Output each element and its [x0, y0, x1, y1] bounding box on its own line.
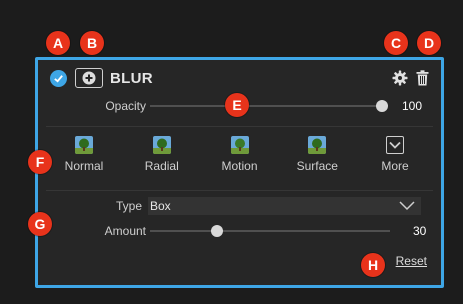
divider: [46, 190, 433, 191]
trash-icon[interactable]: [416, 70, 429, 86]
divider: [46, 126, 433, 127]
type-label-text: Type: [115, 199, 142, 213]
reset-link[interactable]: Reset: [396, 254, 427, 268]
type-label: Radial: [144, 159, 179, 173]
type-motion[interactable]: Motion: [208, 136, 272, 186]
add-button[interactable]: [75, 68, 103, 88]
opacity-value: 100: [402, 99, 423, 113]
callout-h: H: [361, 253, 385, 277]
tree-thumbnail: [230, 136, 249, 154]
type-more[interactable]: More: [363, 136, 427, 186]
opacity-slider-thumb[interactable]: [376, 100, 388, 112]
type-normal[interactable]: Normal: [52, 136, 116, 186]
type-select[interactable]: Box: [148, 197, 421, 215]
tree-thumbnail: [152, 136, 171, 154]
type-surface[interactable]: Surface: [285, 136, 349, 186]
filter-header: BLUR: [50, 66, 429, 90]
amount-slider-thumb[interactable]: [211, 225, 224, 237]
gear-icon[interactable]: [392, 70, 408, 86]
callout-f: F: [28, 150, 52, 174]
callout-b: B: [80, 31, 104, 55]
callout-e: E: [225, 93, 249, 117]
callout-g: G: [28, 212, 52, 236]
plus-icon: [82, 71, 96, 85]
amount-slider[interactable]: [150, 225, 390, 237]
chevron-down-icon: [399, 201, 415, 211]
checkmark-icon: [54, 74, 63, 83]
callout-c: C: [384, 31, 408, 55]
type-radial[interactable]: Radial: [130, 136, 194, 186]
amount-label: Amount: [104, 224, 146, 238]
callout-a: A: [46, 31, 70, 55]
callout-d: D: [417, 31, 441, 55]
amount-value: 30: [413, 224, 427, 238]
filter-title: BLUR: [110, 69, 153, 87]
chevron-down-icon: [389, 141, 401, 149]
tree-thumbnail: [75, 136, 93, 154]
type-select-value: Box: [150, 199, 171, 213]
opacity-label: Opacity: [105, 99, 146, 113]
blur-filter-panel: BLUR Opacity 100 E Normal Radial Motion …: [28, 57, 444, 288]
amount-row: Amount 30: [38, 223, 441, 239]
enable-checkbox[interactable]: [50, 69, 67, 87]
type-select-row: Type Box: [38, 197, 441, 215]
tree-thumbnail: [308, 136, 327, 154]
opacity-slider[interactable]: [150, 100, 388, 112]
type-label: Motion: [221, 159, 258, 173]
type-label: Surface: [296, 159, 338, 173]
more-button[interactable]: [386, 136, 404, 154]
blur-type-list: Normal Radial Motion Surface More: [52, 136, 427, 186]
type-label: More: [381, 159, 409, 173]
type-label: Normal: [64, 159, 104, 173]
